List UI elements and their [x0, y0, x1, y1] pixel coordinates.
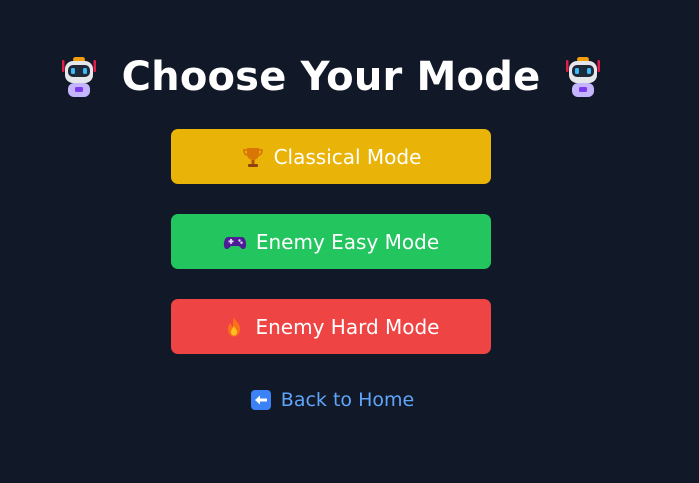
mode-label: Enemy Easy Mode	[255, 229, 440, 254]
left-arrow-icon	[250, 389, 272, 411]
robot-icon	[56, 54, 102, 100]
gamepad-icon	[223, 230, 247, 254]
fire-icon	[222, 315, 246, 339]
back-to-home-link[interactable]: Back to Home	[0, 387, 664, 413]
robot-icon	[560, 54, 606, 100]
enemy-easy-mode-button[interactable]: Enemy Easy Mode	[171, 214, 491, 269]
enemy-hard-mode-button[interactable]: Enemy Hard Mode	[171, 299, 491, 354]
page-header: Choose Your Mode	[0, 48, 662, 106]
trophy-icon	[241, 145, 265, 169]
classical-mode-button[interactable]: Classical Mode	[171, 129, 491, 184]
back-link-label: Back to Home	[280, 389, 415, 411]
page-title: Choose Your Mode	[121, 54, 541, 100]
mode-label: Classical Mode	[273, 144, 422, 169]
mode-label: Enemy Hard Mode	[255, 314, 440, 339]
